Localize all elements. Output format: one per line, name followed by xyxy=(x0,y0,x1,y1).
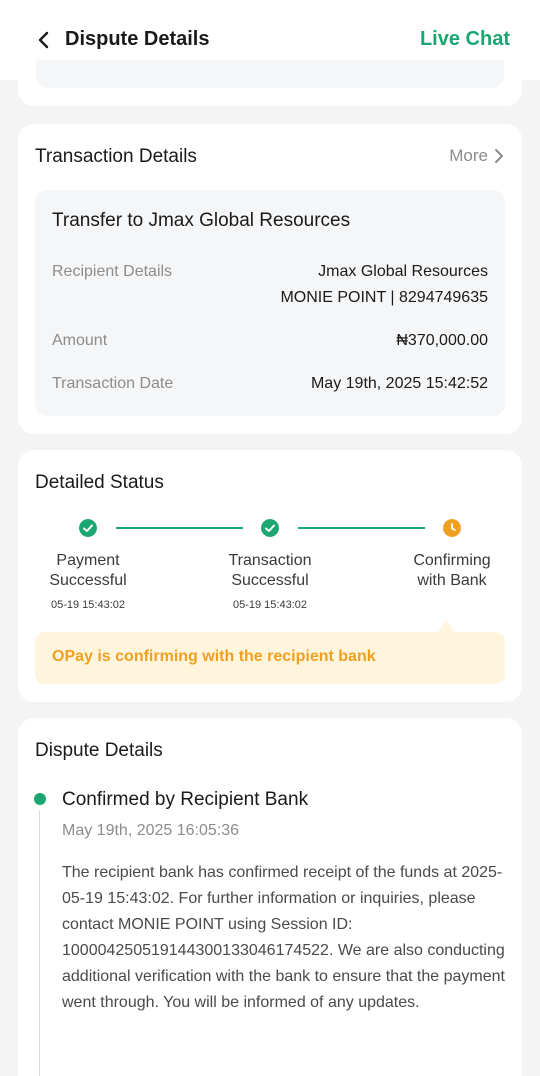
chevron-right-icon xyxy=(495,149,503,163)
transaction-details-title: Transaction Details xyxy=(35,146,197,167)
progress-line xyxy=(116,527,243,529)
step-label-line: Confirming xyxy=(413,552,491,569)
progress-line xyxy=(298,527,425,529)
step-time: 05-19 15:43:02 xyxy=(50,599,125,611)
event-title: Confirmed by Recipient Bank xyxy=(62,789,309,810)
notice-text: OPay is confirming with the recipient ba… xyxy=(52,648,376,665)
step-label-line: Successful xyxy=(231,572,309,589)
timeline-line xyxy=(39,810,40,1076)
check-circle-icon xyxy=(79,519,97,537)
dispute-details-card: Dispute Details Confirmed by Recipient B… xyxy=(18,718,522,1076)
chevron-left-icon[interactable] xyxy=(34,30,54,50)
recipient-bank: MONIE POINT | 8294749635 xyxy=(280,289,488,306)
transaction-date-label: Transaction Date xyxy=(52,375,174,392)
transaction-date-value: May 19th, 2025 15:42:52 xyxy=(310,375,488,392)
more-link[interactable]: More xyxy=(449,146,504,166)
step-confirming-with-bank: Confirming with Bank xyxy=(382,551,522,591)
amount-value: ₦370,000.00 xyxy=(396,332,488,349)
page-title: Dispute Details xyxy=(65,28,210,50)
more-label: More xyxy=(449,146,488,165)
step-label-line: Payment xyxy=(56,552,120,569)
step-transaction-successful: Transaction Successful xyxy=(200,551,340,591)
step-label-line: with Bank xyxy=(417,572,487,589)
step-time: 05-19 15:43:02 xyxy=(232,599,307,611)
step-label-line: Successful xyxy=(49,572,127,589)
notice-pointer xyxy=(438,620,454,632)
step-label-line: Transaction xyxy=(228,552,312,569)
recipient-name: Jmax Global Resources xyxy=(318,263,488,280)
event-time: May 19th, 2025 16:05:36 xyxy=(62,822,240,839)
detailed-status-card: Detailed Status Payment Successful 05-19… xyxy=(18,450,522,702)
transfer-title: Transfer to Jmax Global Resources xyxy=(52,210,351,231)
previous-card-inner-stub xyxy=(36,60,504,88)
clock-icon xyxy=(443,519,461,537)
amount-label: Amount xyxy=(52,332,108,349)
recipient-label: Recipient Details xyxy=(52,263,173,280)
status-notice: OPay is confirming with the recipient ba… xyxy=(35,632,505,684)
step-payment-successful: Payment Successful xyxy=(18,551,158,591)
timeline-dot xyxy=(34,793,46,805)
transfer-summary-box: Transfer to Jmax Global Resources Recipi… xyxy=(35,190,505,416)
transaction-details-card: Transaction Details More Transfer to Jma… xyxy=(18,124,522,434)
event-description: The recipient bank has confirmed receipt… xyxy=(62,864,505,1011)
live-chat-button[interactable]: Live Chat xyxy=(420,28,510,51)
dispute-details-title: Dispute Details xyxy=(35,740,163,761)
check-circle-icon xyxy=(261,519,279,537)
detailed-status-title: Detailed Status xyxy=(35,472,164,493)
